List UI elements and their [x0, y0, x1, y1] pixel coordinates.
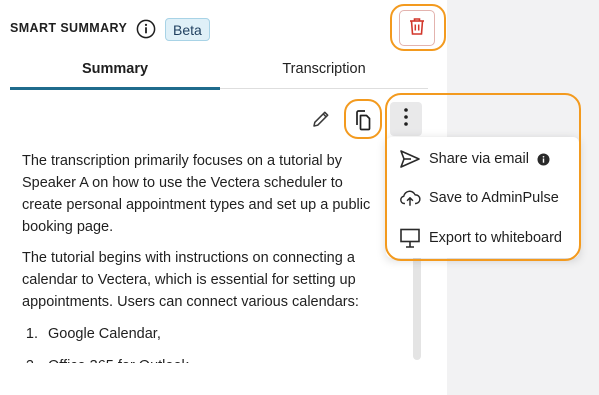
list-item: Office 365 for Outlook [42, 355, 387, 363]
list-item: Google Calendar, [42, 323, 387, 345]
summary-paragraph: The transcription primarily focuses on a… [22, 153, 371, 235]
highlight-ring-delete [390, 4, 446, 51]
summary-paragraph: The tutorial begins with instructions on… [22, 250, 359, 310]
panel-title: SMART SUMMARY [10, 21, 128, 35]
tab-transcription[interactable]: Transcription [220, 61, 428, 77]
pencil-icon [311, 109, 331, 134]
highlight-ring-copy [344, 99, 382, 139]
edit-button[interactable] [309, 108, 333, 134]
tab-summary[interactable]: Summary [10, 61, 220, 77]
info-icon[interactable] [136, 19, 156, 39]
highlight-ring-menu [385, 93, 581, 261]
beta-badge: Beta [165, 18, 210, 41]
summary-content: The transcription primarily focuses on a… [22, 150, 387, 363]
calendar-list: Google Calendar, Office 365 for Outlook [42, 323, 387, 363]
smart-summary-panel: SMART SUMMARY Beta Summary Transcription [0, 0, 447, 395]
active-tab-indicator [10, 87, 220, 90]
